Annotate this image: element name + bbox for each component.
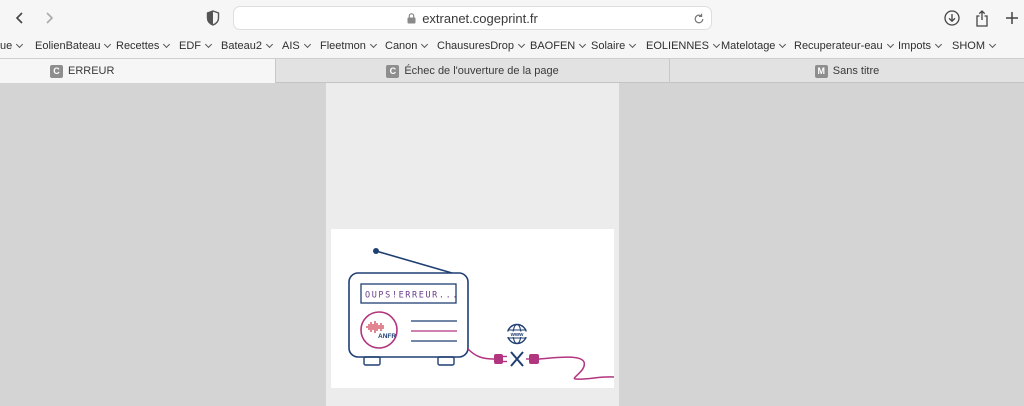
bookmark-label: SHOM xyxy=(952,40,985,52)
site-favicon-icon: C xyxy=(386,64,400,78)
download-icon xyxy=(944,10,960,26)
url-text: extranet.cogeprint.fr xyxy=(422,10,538,26)
bookmark-folder[interactable]: Fleetmon xyxy=(320,40,377,52)
downloads-button[interactable] xyxy=(940,6,964,30)
radio-body xyxy=(348,272,469,358)
disconnected-x-icon xyxy=(510,351,524,367)
bookmark-folder[interactable]: EDF xyxy=(179,40,213,52)
globe-www-icon: www xyxy=(506,323,528,345)
chevron-down-icon xyxy=(421,40,429,49)
radio-speaker xyxy=(360,311,398,349)
radio-foot-right xyxy=(437,356,455,366)
chevron-down-icon xyxy=(779,40,787,49)
bookmark-folder[interactable]: AIS xyxy=(282,40,311,52)
chevron-down-icon xyxy=(204,40,213,49)
web-content: OUPS!ERREUR... ANFR www xyxy=(0,83,1024,406)
chevron-down-icon xyxy=(369,40,377,49)
bookmark-label: Recuperateur-eau xyxy=(794,40,883,52)
plug-right xyxy=(529,354,539,364)
share-button[interactable] xyxy=(970,6,994,30)
error-illustration: OUPS!ERREUR... ANFR www xyxy=(331,229,614,388)
shield-icon xyxy=(206,10,220,26)
chevron-down-icon xyxy=(303,40,311,49)
bookmark-folder[interactable]: Impots xyxy=(898,40,943,52)
share-icon xyxy=(976,9,988,27)
power-cable-right xyxy=(538,356,614,380)
bookmark-folder[interactable]: Recettes xyxy=(116,40,171,52)
plug-left xyxy=(494,354,503,364)
power-cable-left xyxy=(467,348,495,360)
new-tab-button[interactable] xyxy=(1000,6,1024,30)
bookmark-folder[interactable]: ue xyxy=(0,40,24,52)
tab-bar: C ERREUR C Échec de l'ouverture de la pa… xyxy=(0,58,1024,83)
browser-toolbar: extranet.cogeprint.fr xyxy=(0,0,1024,36)
back-button[interactable] xyxy=(8,6,32,30)
chevron-down-icon xyxy=(629,40,637,49)
bookmark-label: Recettes xyxy=(116,40,160,52)
bookmark-label: EOLIENNES xyxy=(646,40,709,52)
site-favicon-icon: M xyxy=(814,64,828,78)
radio-unplugged-illustration: OUPS!ERREUR... ANFR www xyxy=(348,248,614,380)
bookmark-folder[interactable]: Recuperateur-eau xyxy=(794,40,894,52)
chevron-down-icon xyxy=(16,40,24,49)
chevron-down-icon xyxy=(104,40,112,49)
bookmark-folder[interactable]: SHOM xyxy=(952,40,997,52)
chevron-down-icon xyxy=(712,40,721,49)
bookmarks-bar: ue EolienBateau Recettes EDF Bateau2 AIS… xyxy=(0,36,1024,58)
bookmark-folder[interactable]: Bateau2 xyxy=(221,40,274,52)
privacy-shield-button[interactable] xyxy=(201,6,225,30)
chevron-down-icon xyxy=(579,40,587,49)
plus-icon xyxy=(1006,12,1018,24)
bookmark-folder[interactable]: BAOFEN xyxy=(530,40,587,52)
site-favicon-icon: C xyxy=(50,64,63,78)
bookmark-label: ChausuresDrop xyxy=(437,40,515,52)
page-column: OUPS!ERREUR... ANFR www xyxy=(326,83,619,406)
antenna-line xyxy=(375,250,453,274)
bookmark-folder[interactable]: Solaire xyxy=(591,40,637,52)
chevron-down-icon xyxy=(518,40,526,49)
bookmark-label: Impots xyxy=(898,40,932,52)
chevron-down-icon xyxy=(265,40,274,49)
radio-foot-left xyxy=(363,356,381,366)
anfr-logo-waves xyxy=(366,321,384,333)
tab-echec-ouverture[interactable]: C Échec de l'ouverture de la page xyxy=(276,59,669,83)
reload-button[interactable] xyxy=(693,12,705,30)
bookmark-label: AIS xyxy=(282,40,300,52)
chevron-down-icon xyxy=(988,40,997,49)
bookmark-label: BAOFEN xyxy=(530,40,576,52)
tab-sans-titre[interactable]: M Sans titre xyxy=(670,59,1024,83)
bookmark-label: Canon xyxy=(385,40,418,52)
tab-erreur[interactable]: C ERREUR xyxy=(0,59,275,83)
bookmark-folder[interactable]: EOLIENNES xyxy=(646,40,721,52)
chevron-left-icon xyxy=(15,12,23,24)
antenna-tip xyxy=(373,248,379,254)
bookmark-label: Bateau2 xyxy=(221,40,262,52)
lock-icon xyxy=(407,12,416,23)
bookmark-label: Fleetmon xyxy=(320,40,366,52)
reload-icon xyxy=(694,13,704,24)
address-bar[interactable]: extranet.cogeprint.fr xyxy=(233,6,712,30)
chevron-down-icon xyxy=(886,40,894,49)
bookmark-label: EolienBateau xyxy=(35,40,101,52)
bookmark-folder[interactable]: EolienBateau xyxy=(35,40,112,52)
anfr-logo-text: ANFR xyxy=(378,333,396,340)
bookmark-folder[interactable]: Canon xyxy=(385,40,429,52)
bookmark-folder[interactable]: ChausuresDrop xyxy=(437,40,526,52)
chevron-right-icon xyxy=(46,12,54,24)
tab-title: ERREUR xyxy=(68,65,115,77)
bookmark-label: ue xyxy=(0,40,13,52)
www-label: www xyxy=(510,332,525,338)
chevron-down-icon xyxy=(163,40,171,49)
bookmark-label: EDF xyxy=(179,40,201,52)
bookmark-label: Matelotage xyxy=(721,40,776,52)
forward-button[interactable] xyxy=(37,6,61,30)
bookmark-folder[interactable]: Matelotage xyxy=(721,40,787,52)
bookmark-label: Solaire xyxy=(591,40,626,52)
chevron-down-icon xyxy=(934,40,943,49)
error-screen-text: OUPS!ERREUR... xyxy=(365,291,459,301)
tab-title: Sans titre xyxy=(832,65,880,77)
tab-title: Échec de l'ouverture de la page xyxy=(404,65,559,77)
